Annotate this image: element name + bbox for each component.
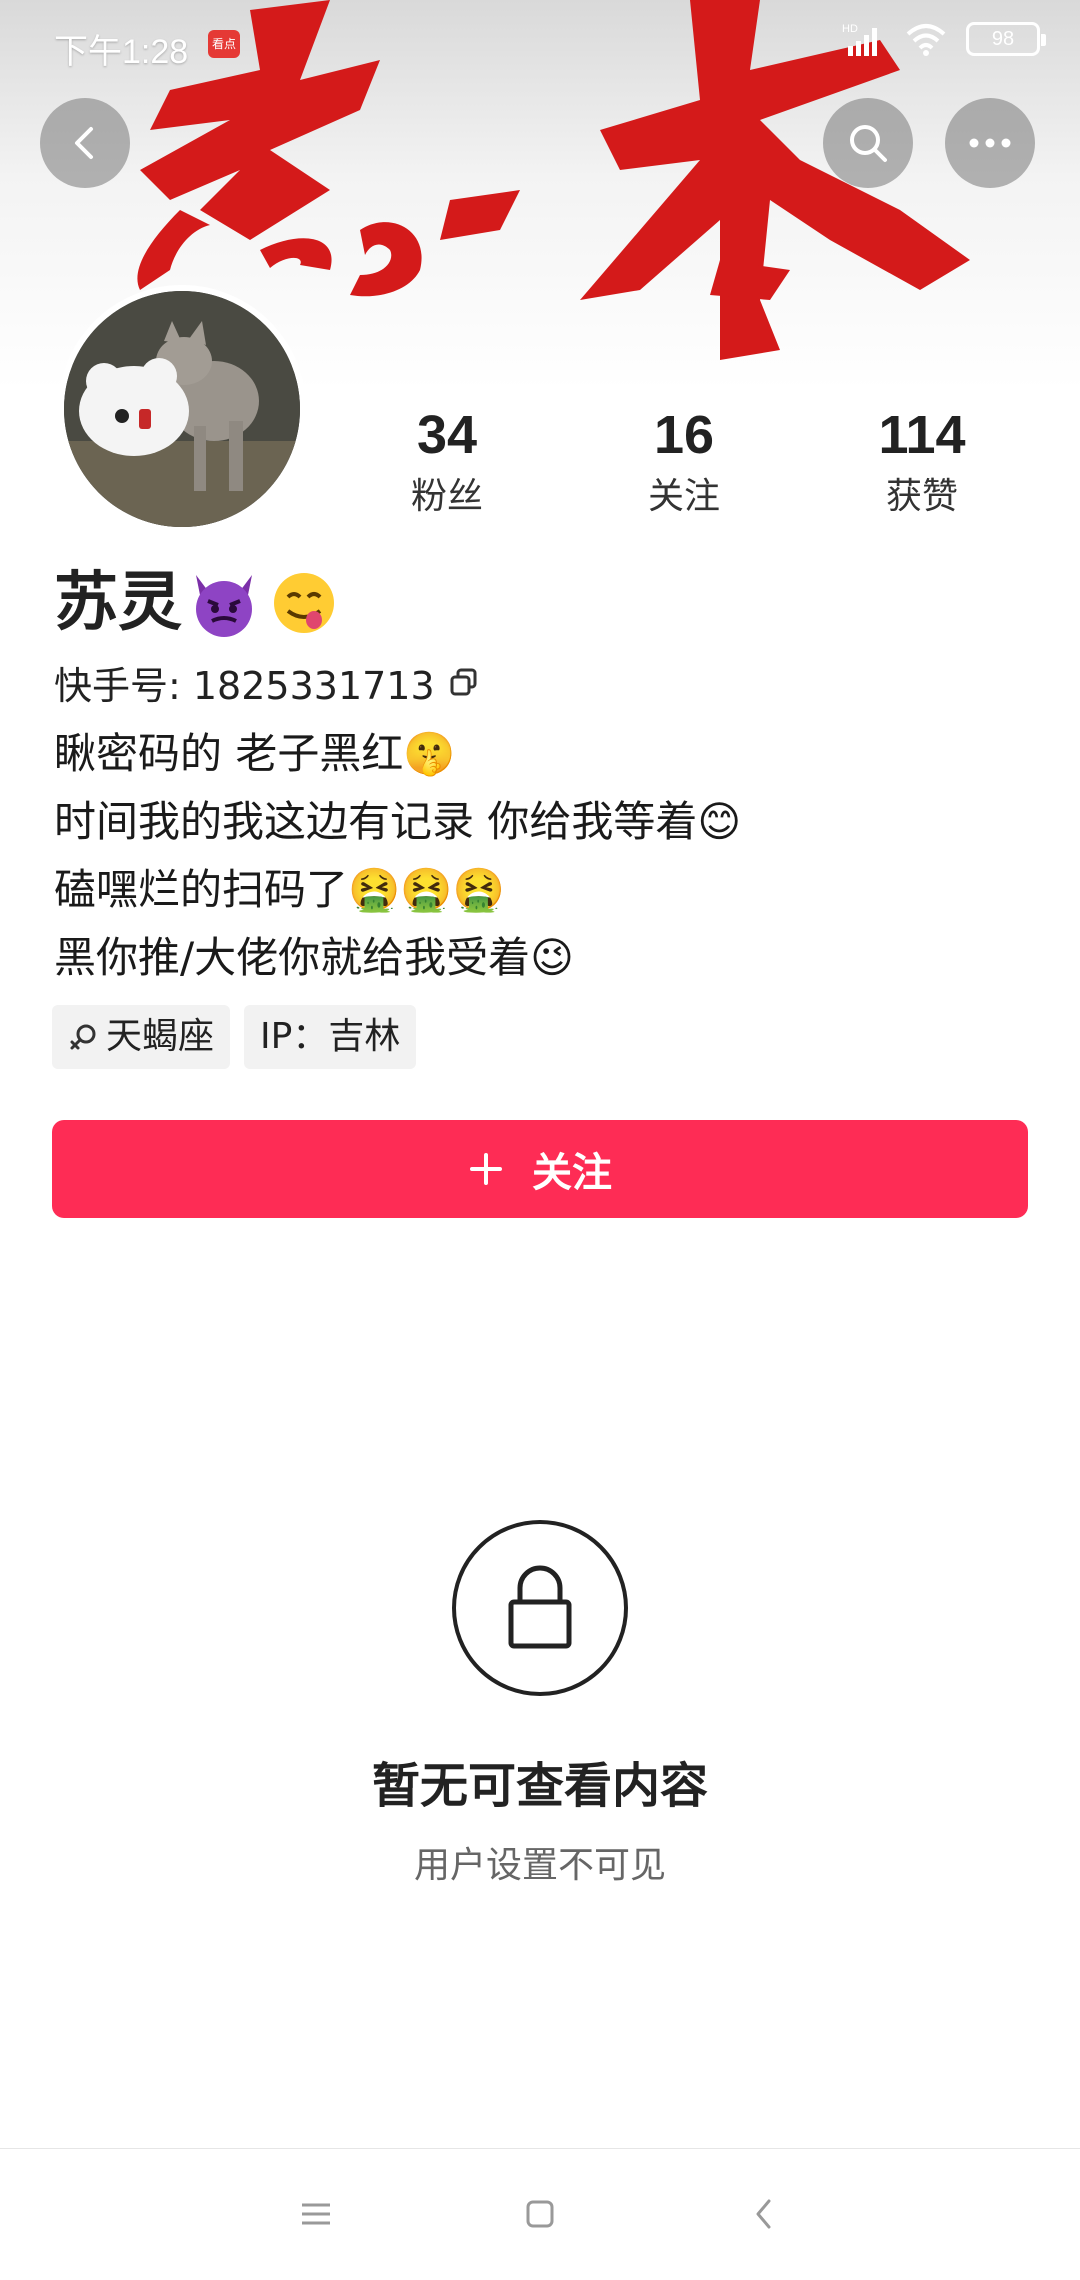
status-right-group: HD 98: [842, 22, 1046, 56]
bio-line: 瞅密码的 老子黑红 🤫: [54, 720, 1034, 788]
smiling-face-emoji-icon: 😊: [697, 797, 742, 846]
back-icon[interactable]: [734, 2189, 794, 2239]
chevron-left-icon: [75, 127, 93, 159]
bio-line: 磕嘿烂的扫码了 🤮🤮🤮: [54, 856, 1034, 924]
avatar[interactable]: [58, 285, 306, 533]
profile-tags: 天蝎座 IP：吉林: [52, 1005, 417, 1069]
winking-face-emoji-icon: 😉: [530, 933, 574, 982]
profile-name: 苏灵: [54, 566, 182, 640]
lock-icon: [508, 1565, 572, 1649]
search-button[interactable]: [823, 98, 913, 188]
empty-state-subtitle: 用户设置不可见: [413, 1845, 666, 1886]
system-nav-bar: [0, 2148, 1080, 2280]
follow-button[interactable]: 关注: [52, 1120, 1028, 1218]
empty-state-lock: [452, 1520, 628, 1696]
stat-following-value: 16: [653, 405, 715, 465]
stat-likes[interactable]: 114 获赞: [842, 402, 1002, 522]
back-button[interactable]: [40, 98, 130, 188]
profile-bio: 瞅密码的 老子黑红 🤫 时间我的我这边有记录 你给我等着 😊 磕嘿烂的扫码了 🤮…: [54, 720, 1034, 992]
copy-icon[interactable]: [449, 667, 479, 697]
stat-fans-label: 粉丝: [410, 476, 483, 517]
signal-icon: HD: [842, 23, 877, 56]
female-symbol-icon: [70, 1024, 96, 1050]
stat-likes-label: 获赞: [885, 476, 958, 517]
tag-zodiac-label: 天蝎座: [106, 1016, 215, 1057]
bio-line-text: 瞅密码的 老子黑红: [54, 729, 404, 778]
tag-zodiac: 天蝎座: [52, 1005, 231, 1069]
stat-fans[interactable]: 34 粉丝: [367, 402, 527, 522]
home-icon[interactable]: [510, 2189, 570, 2239]
smiling-devil-emoji-icon: [196, 575, 252, 637]
user-id-text: 快手号: 1825331713: [54, 663, 435, 708]
menu-icon[interactable]: [286, 2189, 346, 2239]
yum-face-emoji-icon: [274, 573, 334, 633]
bio-line-text: 时间我的我这边有记录 你给我等着: [54, 797, 698, 846]
app-notification-icon: 看点: [208, 30, 240, 58]
svg-text:HD: HD: [842, 23, 858, 35]
status-bar: 下午1:28 看点 HD 98: [0, 0, 1080, 90]
tag-ip-location: IP：吉林: [244, 1005, 417, 1069]
stat-fans-value: 34: [416, 405, 478, 465]
vomiting-face-emoji-icon: 🤮🤮🤮: [348, 865, 505, 914]
user-id-row[interactable]: 快手号: 1825331713: [54, 654, 479, 710]
search-icon: [850, 125, 887, 162]
more-button[interactable]: [945, 98, 1035, 188]
stat-likes-value: 114: [878, 405, 966, 465]
more-dots-icon: [969, 138, 1011, 148]
status-time: 下午1:28: [54, 33, 189, 71]
profile-name-row: 苏灵: [54, 563, 342, 643]
bio-line-text: 黑你推/大佬你就给我受着: [54, 933, 531, 982]
avatar-image: [64, 291, 300, 527]
shushing-face-emoji-icon: 🤫: [403, 729, 456, 778]
plus-icon: [470, 1153, 502, 1185]
stat-following-label: 关注: [647, 476, 720, 517]
tag-ip-label: IP：吉林: [260, 1016, 401, 1057]
battery-icon: 98: [966, 22, 1046, 56]
wifi-icon: [906, 24, 946, 56]
follow-button-label: 关注: [532, 1150, 612, 1196]
stat-following[interactable]: 16 关注: [604, 402, 764, 522]
bio-line: 时间我的我这边有记录 你给我等着 😊: [54, 788, 1034, 856]
bio-line-text: 磕嘿烂的扫码了: [54, 865, 349, 914]
empty-state-title: 暂无可查看内容: [371, 1758, 708, 1814]
bio-line: 黑你推/大佬你就给我受着 😉: [54, 924, 1034, 992]
